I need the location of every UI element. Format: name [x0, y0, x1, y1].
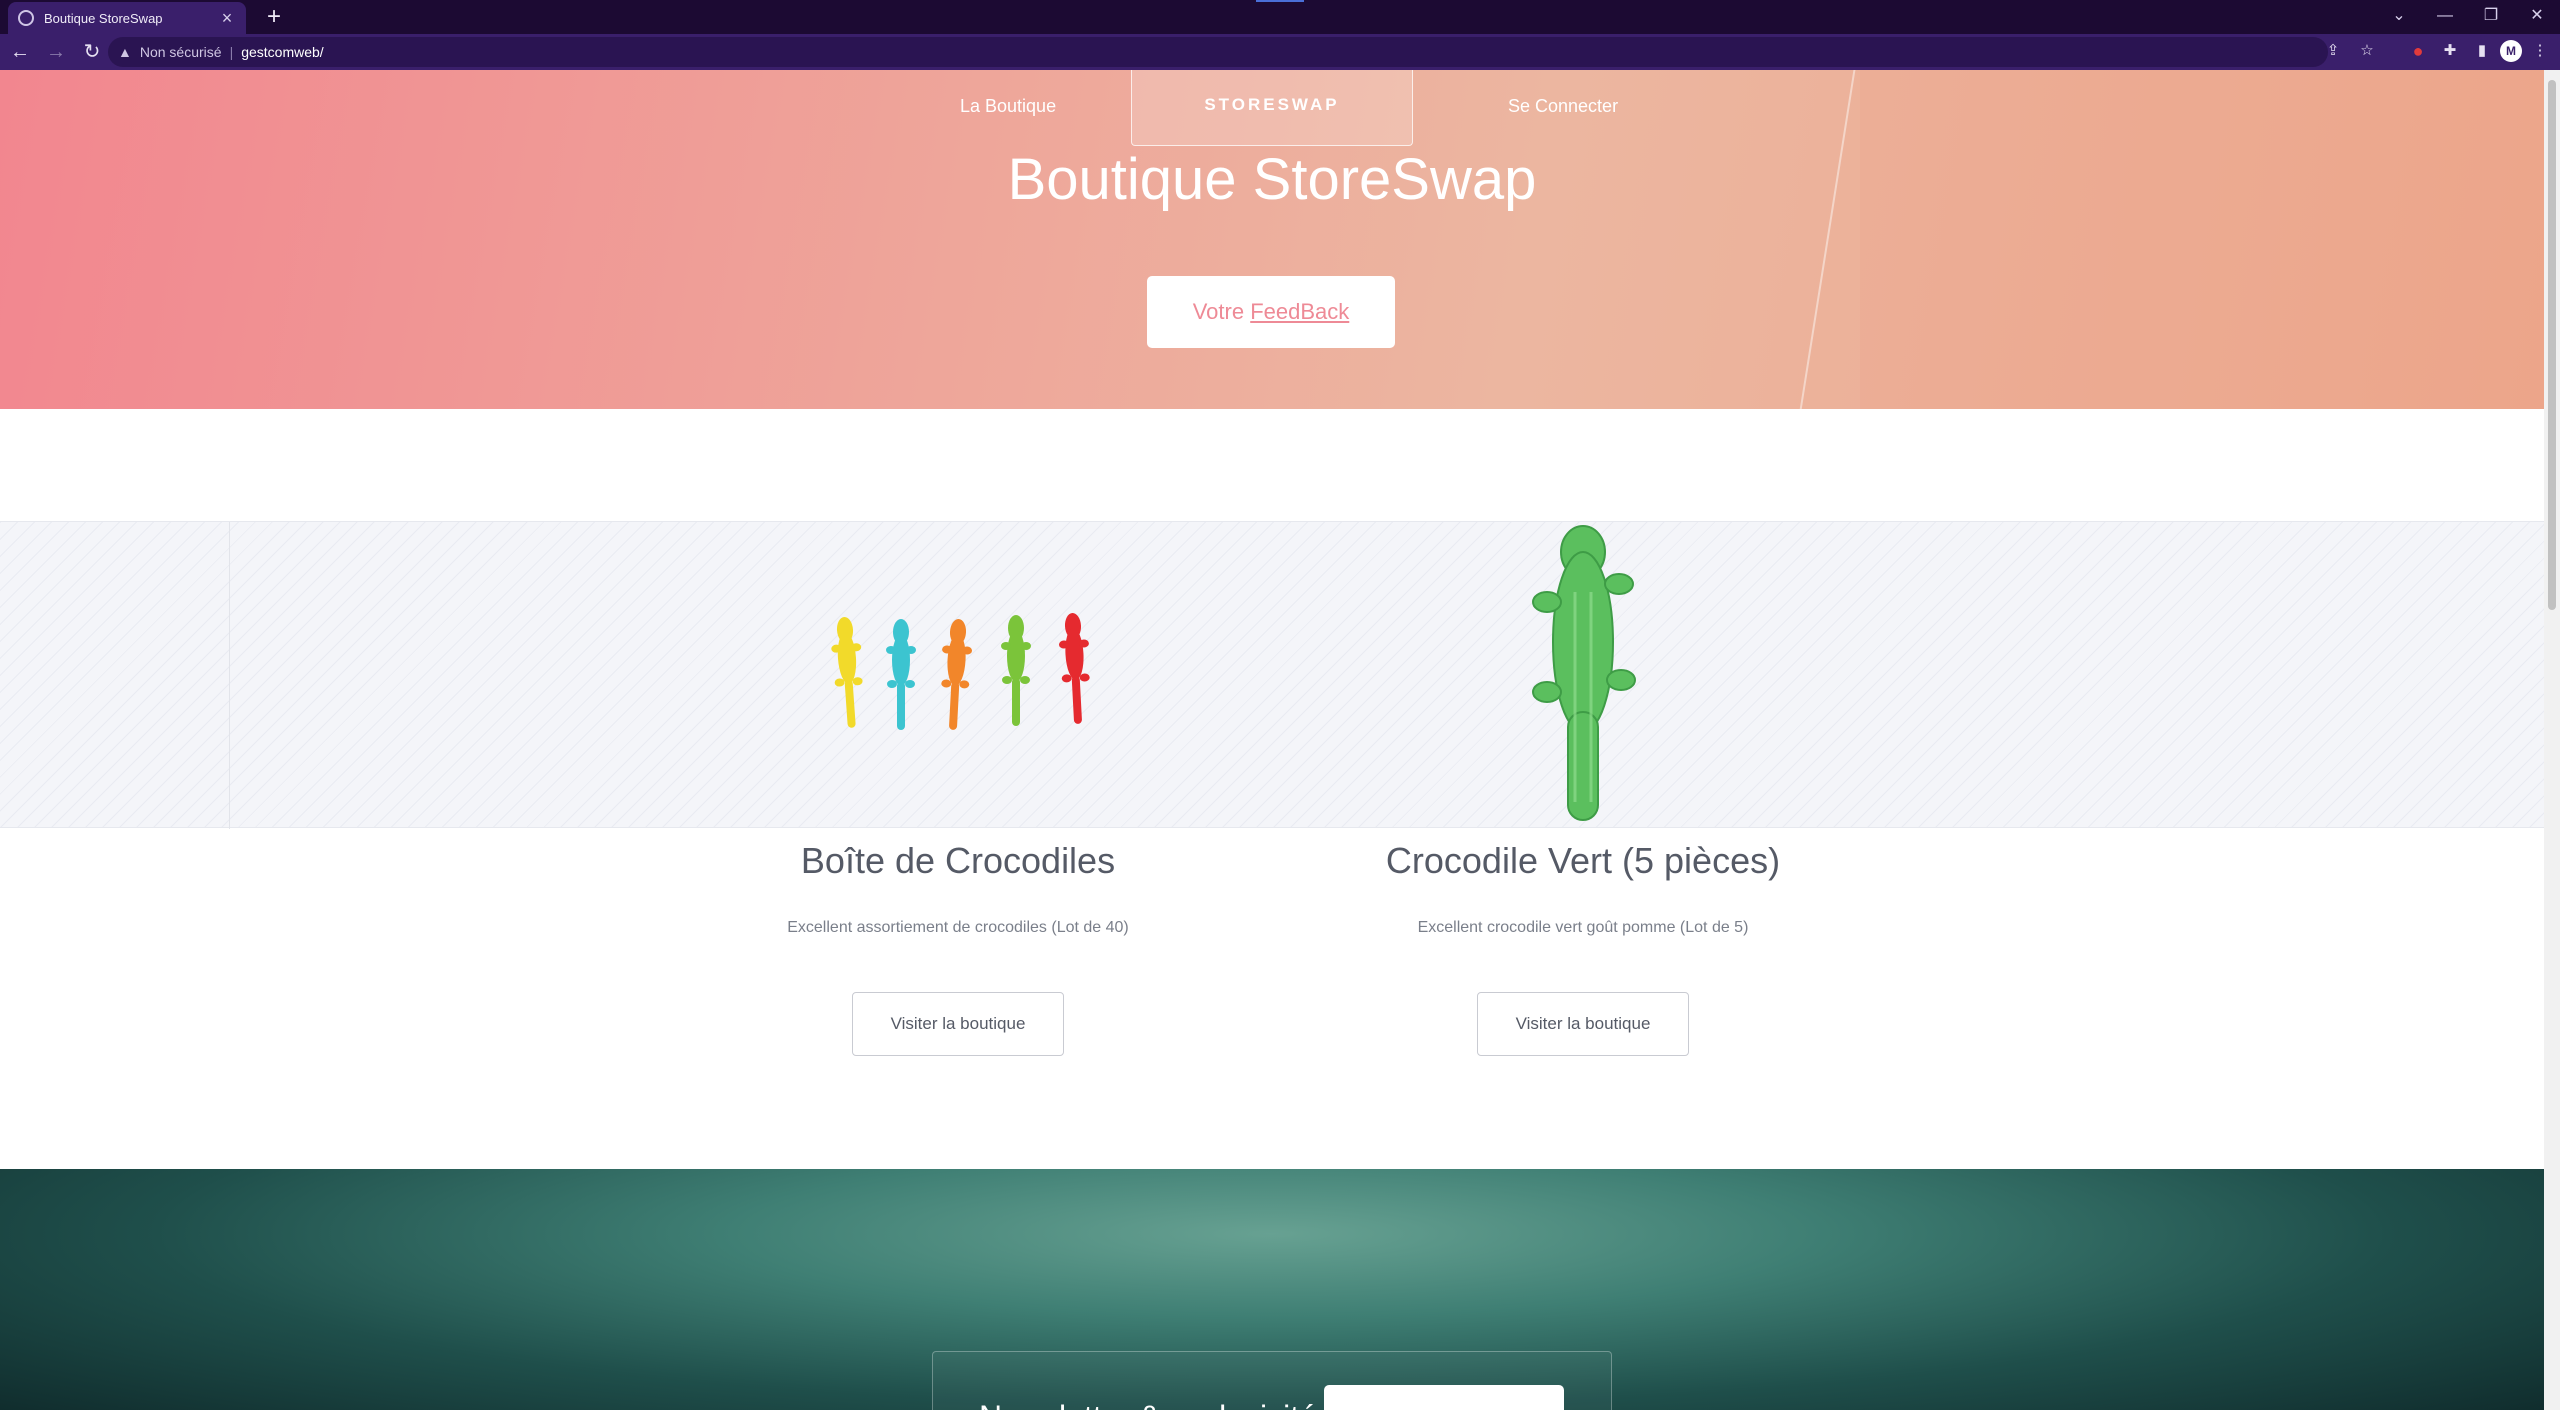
visit-shop-button-green-crocodile[interactable]: Visiter la boutique: [1477, 992, 1689, 1056]
site-favicon-icon: [18, 10, 34, 26]
product-title-crocodile-box: Boîte de Crocodiles: [800, 840, 1116, 881]
warning-icon[interactable]: ▲: [118, 44, 132, 60]
extension-red-icon[interactable]: ●: [2404, 37, 2432, 65]
address-bar[interactable]: ▲ Non sécurisé | gestcomweb/: [108, 37, 2328, 67]
nav-brand-storeswap[interactable]: STORESWAP: [1131, 70, 1413, 146]
tab-close-icon[interactable]: ×: [218, 8, 236, 29]
hero-diagonal-line: [1798, 70, 1857, 409]
visit-shop-button-crocodile-box[interactable]: Visiter la boutique: [852, 992, 1064, 1056]
new-tab-button[interactable]: +: [258, 2, 290, 34]
url-text[interactable]: gestcomweb/: [241, 44, 323, 60]
hero-section: La Boutique STORESWAP Se Connecter Bouti…: [0, 70, 2544, 409]
back-arrow-icon[interactable]: ←: [4, 36, 36, 68]
product-desc-green-crocodile: Excellent crocodile vert goût pomme (Lot…: [1417, 919, 1749, 936]
browser-toolbar: ← → ↻ ▲ Non sécurisé | gestcomweb/: [0, 34, 2560, 70]
sidepanel-icon[interactable]: ▮: [2468, 37, 2496, 65]
restore-icon[interactable]: ❐: [2468, 0, 2514, 34]
minimize-icon[interactable]: —: [2422, 0, 2468, 34]
profile-avatar[interactable]: M: [2500, 40, 2522, 62]
scrollbar-thumb[interactable]: [2548, 80, 2556, 610]
page-scrollbar[interactable]: [2544, 70, 2560, 1410]
omnibox-actions: ⇪ ☆: [2320, 36, 2380, 66]
nav-se-connecter[interactable]: Se Connecter: [1508, 96, 1618, 117]
newsletter-section: Newsletter & exclusivité Inscrivez-vous …: [0, 1169, 2544, 1410]
feedback-prefix: Votre: [1192, 299, 1245, 324]
newsletter-label: Newsletter & exclusivité: [979, 1399, 1317, 1410]
tab-strip-accent: [1256, 0, 1304, 2]
product-image-crocodile-box[interactable]: [768, 522, 1148, 829]
window-controls: ⌄ — ❐ ✕: [2376, 0, 2560, 34]
page-viewport: La Boutique STORESWAP Se Connecter Bouti…: [0, 70, 2544, 1410]
product-title-green-crocodile: Crocodile Vert (5 pièces): [1385, 840, 1781, 881]
kebab-menu-icon[interactable]: ⋮: [2526, 37, 2554, 65]
puzzle-icon[interactable]: ✚: [2436, 37, 2464, 65]
forward-arrow-icon[interactable]: →: [40, 36, 72, 68]
star-icon[interactable]: ☆: [2354, 36, 2380, 66]
hero-right-tint: [1860, 70, 2544, 409]
reload-icon[interactable]: ↻: [76, 36, 108, 68]
security-label[interactable]: Non sécurisé: [140, 44, 222, 60]
page-title: Boutique StoreSwap: [1007, 147, 1537, 212]
products-image-band: [0, 521, 2544, 829]
product-image-green-crocodile[interactable]: [1393, 522, 1773, 829]
close-window-icon[interactable]: ✕: [2514, 0, 2560, 34]
tab-title: Boutique StoreSwap: [44, 10, 163, 26]
browser-tab-active[interactable]: Boutique StoreSwap ×: [8, 2, 246, 34]
browser-tab-strip: Boutique StoreSwap × + ⌄ — ❐ ✕: [0, 0, 2560, 34]
tab-search-icon[interactable]: ⌄: [2376, 0, 2422, 34]
feedback-link[interactable]: FeedBack: [1250, 299, 1349, 324]
nav-la-boutique[interactable]: La Boutique: [960, 96, 1056, 117]
band-divider-line: [229, 522, 230, 829]
newsletter-subscribe-button[interactable]: Inscrivez-vous !: [1324, 1385, 1564, 1410]
omnibox-separator: |: [229, 44, 234, 60]
feedback-button[interactable]: Votre FeedBack: [1147, 276, 1395, 348]
share-icon[interactable]: ⇪: [2320, 36, 2346, 66]
product-desc-crocodile-box: Excellent assortiement de crocodiles (Lo…: [787, 919, 1129, 936]
extension-area: ● ✚ ▮ M ⋮: [2404, 36, 2554, 66]
